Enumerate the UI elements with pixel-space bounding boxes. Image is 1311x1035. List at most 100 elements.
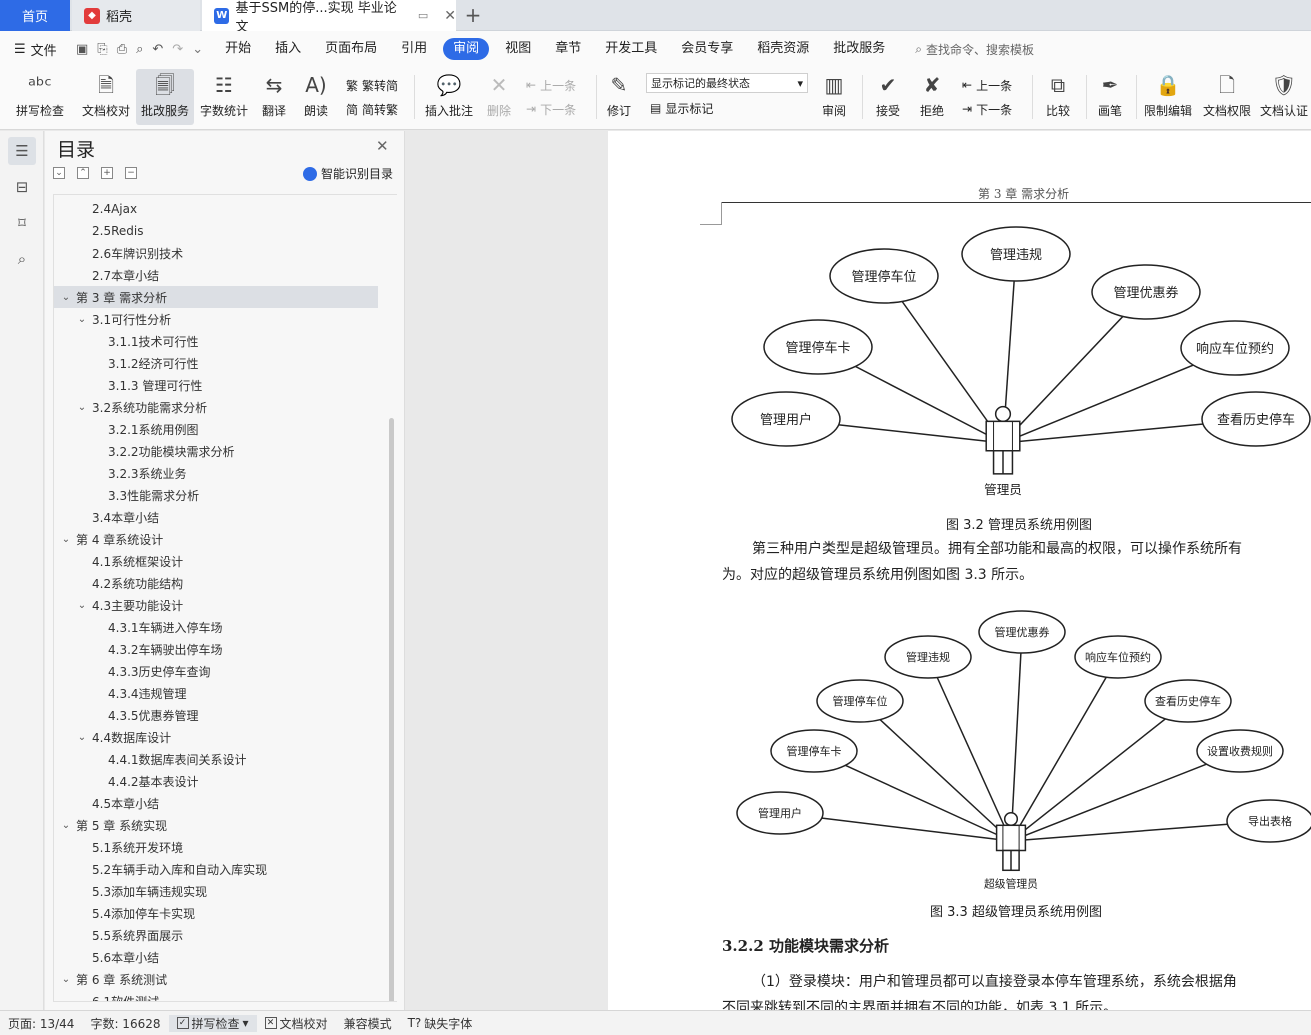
toc-item[interactable]: 3.4本章小结 <box>54 506 386 528</box>
tab-home[interactable]: 首页 <box>0 0 70 31</box>
chevron-down-icon[interactable]: ⌄ <box>60 974 72 985</box>
toc-item[interactable]: 2.5Redis <box>54 220 386 242</box>
tab-daoke[interactable]: ◆ 稻壳 <box>72 0 200 31</box>
toc-item[interactable]: 4.3.2车辆驶出停车场 <box>54 638 386 660</box>
collapse-icon[interactable]: − <box>125 167 137 179</box>
toc-item[interactable]: ⌄ 3.2系统功能需求分析 <box>54 396 386 418</box>
print-icon[interactable]: ⎙ <box>117 42 127 57</box>
menu-item[interactable]: 会员专享 <box>669 38 745 60</box>
toc-item[interactable]: 4.5本章小结 <box>54 792 386 814</box>
new-tab-button[interactable]: + <box>462 3 484 27</box>
toc-item[interactable]: 5.6本章小结 <box>54 946 386 968</box>
smart-toc-button[interactable]: 智能识别目录 <box>303 165 393 182</box>
read-aloud-button[interactable]: A) 朗读 <box>298 69 334 125</box>
menu-item[interactable]: 开发工具 <box>593 38 669 60</box>
chevron-down-icon[interactable]: ⌄ <box>76 732 88 743</box>
toc-item[interactable]: ⌄ 4.3主要功能设计 <box>54 594 386 616</box>
show-markup-button[interactable]: ▤ 显示标记 <box>650 98 713 118</box>
export-icon[interactable]: ⎘ <box>97 42 107 57</box>
toc-item[interactable]: 4.3.1车辆进入停车场 <box>54 616 386 638</box>
toc-item[interactable]: 3.3性能需求分析 <box>54 484 386 506</box>
review-pane-button[interactable]: ▥ 审阅 <box>814 69 854 125</box>
menu-item[interactable]: 批改服务 <box>821 38 897 60</box>
toc-item[interactable]: 5.3添加车辆违规实现 <box>54 880 386 902</box>
tab-document[interactable]: W 基于SSM的停...实现 毕业论文 ▭ ✕ <box>202 0 456 35</box>
next-change-button[interactable]: ⇥ 下一条 <box>962 99 1012 119</box>
toc-item[interactable]: 4.3.3历史停车查询 <box>54 660 386 682</box>
status-doc-check[interactable]: ✕ 文档校对 <box>257 1015 336 1032</box>
toc-item[interactable]: 2.4Ajax <box>54 198 386 220</box>
delete-comment-button[interactable]: ✕ 删除 <box>480 69 518 125</box>
command-search[interactable]: ⌕ 查找命令、搜索模板 <box>915 41 1034 58</box>
word-count-button[interactable]: ☷ 字数统计 <box>198 69 250 125</box>
toc-item[interactable]: ⌄ 第 3 章 需求分析 <box>54 286 378 308</box>
page-count[interactable]: 页面: 13/44 <box>0 1015 82 1032</box>
toc-item[interactable]: 5.1系统开发环境 <box>54 836 386 858</box>
doc-permission-button[interactable]: 🗋 文档权限 <box>1200 69 1254 125</box>
toc-item[interactable]: 6.1软件测试 <box>54 990 386 1002</box>
menu-item[interactable]: 页面布局 <box>313 38 389 60</box>
compare-button[interactable]: ⧉ 比较 <box>1036 69 1080 125</box>
close-tab-icon[interactable]: ✕ <box>444 8 456 24</box>
save-icon[interactable]: ▣ <box>76 42 88 57</box>
menu-item[interactable]: 稻壳资源 <box>745 38 821 60</box>
toc-item[interactable]: 3.1.2经济可行性 <box>54 352 386 374</box>
toc-item[interactable]: 5.5系统界面展示 <box>54 924 386 946</box>
toc-item[interactable]: ⌄ 4.4数据库设计 <box>54 726 386 748</box>
simp-to-trad-button[interactable]: 简简转繁 <box>346 99 398 119</box>
toc-item[interactable]: 3.1.3 管理可行性 <box>54 374 386 396</box>
status-spell-check[interactable]: ✓ 拼写检查 ▾ <box>168 1014 257 1032</box>
track-changes-button[interactable]: ✎ 修订 <box>600 69 638 125</box>
redo-icon[interactable]: ↷ <box>172 42 183 57</box>
toc-item[interactable]: 4.4.2基本表设计 <box>54 770 386 792</box>
toc-item[interactable]: ⌄ 第 6 章 系统测试 <box>54 968 386 990</box>
chevron-down-icon[interactable]: ⌄ <box>60 534 72 545</box>
toc-item[interactable]: ⌄ 3.1可行性分析 <box>54 308 386 330</box>
print-preview-icon[interactable]: ⌕ <box>136 42 143 57</box>
pen-button[interactable]: ✒ 画笔 <box>1090 69 1130 125</box>
undo-icon[interactable]: ↶ <box>152 42 163 57</box>
doc-certify-button[interactable]: 🛡 文档认证 <box>1258 69 1310 125</box>
toc-item[interactable]: 3.1.1技术可行性 <box>54 330 386 352</box>
chevron-down-icon[interactable]: ⌄ <box>76 600 88 611</box>
menu-item[interactable]: 视图 <box>493 38 543 60</box>
toc-item[interactable]: 3.2.3系统业务 <box>54 462 386 484</box>
file-menu-button[interactable]: ☰ 文件 <box>0 40 70 59</box>
next-comment-button[interactable]: ⇥ 下一条 <box>526 99 576 119</box>
doc-check-button[interactable]: 🗎 文档校对 <box>78 69 134 125</box>
menu-item[interactable]: 开始 <box>213 38 263 60</box>
spell-check-button[interactable]: ᵃᵇᶜ 拼写检查 <box>6 69 74 125</box>
more-icon[interactable]: ⌄ <box>192 42 203 57</box>
chevron-down-icon[interactable]: ⌄ <box>76 402 88 413</box>
menu-item[interactable]: 插入 <box>263 38 313 60</box>
toc-item[interactable]: ⌄ 第 4 章系统设计 <box>54 528 386 550</box>
menu-item[interactable]: 审阅 <box>443 38 490 60</box>
toc-item[interactable]: 5.2车辆手动入库和自动入库实现 <box>54 858 386 880</box>
word-count[interactable]: 字数: 16628 <box>82 1015 168 1032</box>
toc-item[interactable]: 2.6车牌识别技术 <box>54 242 386 264</box>
menu-item[interactable]: 章节 <box>543 38 593 60</box>
chevron-down-icon[interactable]: ⌄ <box>76 314 88 325</box>
toc-item[interactable]: 4.1系统框架设计 <box>54 550 386 572</box>
toc-scrollbar[interactable] <box>389 418 394 1001</box>
accept-button[interactable]: ✔ 接受 <box>868 69 908 125</box>
markup-state-select[interactable]: 显示标记的最终状态 ▾ <box>646 73 808 93</box>
pin-icon[interactable]: ▭ <box>418 9 428 22</box>
toc-item[interactable]: 3.2.2功能模块需求分析 <box>54 440 386 462</box>
review-service-button[interactable]: 🗐 批改服务 <box>136 69 194 125</box>
close-icon[interactable]: ✕ <box>376 137 389 155</box>
toc-item[interactable]: 4.4.1数据库表间关系设计 <box>54 748 386 770</box>
expand-up-icon[interactable]: ⌃ <box>77 167 89 179</box>
toc-item[interactable]: 4.3.5优惠券管理 <box>54 704 386 726</box>
insert-comment-button[interactable]: 💬 插入批注 <box>420 69 478 125</box>
expand-icon[interactable]: + <box>101 167 113 179</box>
chevron-down-icon[interactable]: ⌄ <box>60 292 72 303</box>
missing-font[interactable]: T? 缺失字体 <box>400 1015 481 1032</box>
toc-item[interactable]: 4.2系统功能结构 <box>54 572 386 594</box>
trad-to-simp-button[interactable]: 繁繁转简 <box>346 75 398 95</box>
restrict-edit-button[interactable]: 🔒 限制编辑 <box>1140 69 1196 125</box>
collapse-all-icon[interactable]: ⌄ <box>53 167 65 179</box>
bookmark-icon[interactable]: ⌑ <box>8 209 36 237</box>
toc-panel-icon[interactable]: ☰ <box>8 137 36 165</box>
toc-item[interactable]: 4.3.4违规管理 <box>54 682 386 704</box>
